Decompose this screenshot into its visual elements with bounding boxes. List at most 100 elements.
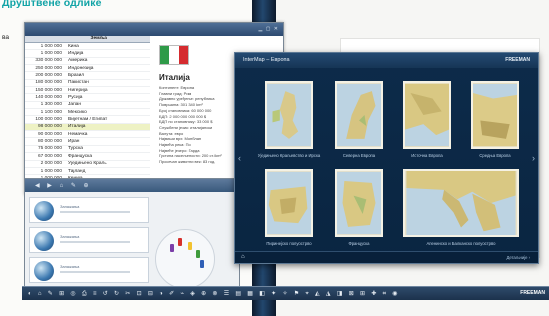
home-icon[interactable]: ⌂ [241, 254, 245, 260]
table-row[interactable]: 150 000 000 Нигерија [25, 87, 150, 95]
map-tile-east[interactable] [403, 81, 451, 149]
table-row[interactable]: 1 100 000 Мексико [25, 109, 150, 117]
country-cell: Јапан [68, 102, 81, 108]
taskbar-icons[interactable]: ◐ ⌂ ✎ ⊞ ◎ ⎙ ≡ ↺ ↻ ✂ ⊡ ⊟ ◑ ✐ ⌁ ◈ ⊕ ⊗ ☰ ▤ … [28, 290, 400, 298]
country-cell: Нигерија [68, 87, 88, 93]
list-header[interactable]: Земља [25, 36, 150, 43]
map-thumbnail [405, 83, 449, 147]
book-text-fragment: ва [2, 34, 10, 41]
map-thumbnail [267, 171, 311, 235]
flag-stripe [178, 46, 188, 64]
map-tile-caption: Северна Европа [342, 153, 376, 158]
page: Друштвене одлике ваобИсуСрекасеПсасбаунп… [0, 0, 549, 316]
map-app-footer: ⌂ Детаљније › [235, 251, 538, 263]
table-row[interactable]: 100 000 000 Вијетнам / Египат [25, 116, 150, 124]
note-card[interactable]: Запажања [29, 257, 149, 283]
population-cell: 98 000 000 [37, 124, 62, 130]
globe-icon [34, 261, 54, 281]
population-cell: 1 000 000 [40, 168, 62, 174]
map-thumbnail [337, 171, 381, 235]
note-line [60, 241, 130, 243]
country-name: Италија [159, 73, 190, 82]
note-line [60, 271, 130, 273]
country-list: Земља 1 000 000 Кина 1 000 000 Индија 330 00… [25, 36, 150, 186]
map-app-title: InterMap – Европа [243, 57, 290, 63]
purple-pen-icon[interactable] [170, 244, 174, 252]
notes-toolbar: ◀ ▶ ⌂ ✎ ⊕ [25, 179, 239, 192]
table-row[interactable]: 2 000 000 Уједињено Краљ. [25, 161, 150, 168]
table-row[interactable]: 67 000 000 Француска [25, 153, 150, 161]
blue-pen-icon[interactable] [200, 260, 204, 268]
color-palette[interactable] [155, 229, 215, 289]
more-link[interactable]: Детаљније › [507, 255, 531, 260]
population-cell: 1 300 000 [40, 102, 62, 108]
map-tile-central[interactable] [471, 81, 519, 149]
note-card[interactable]: Запажања [29, 197, 149, 223]
country-cell: Америка [68, 58, 88, 64]
country-cell: Француска [68, 153, 92, 159]
country-cell: Италија [68, 124, 86, 130]
table-row[interactable]: 80 000 000 Иран [25, 138, 150, 146]
country-cell: Пакистан [68, 80, 89, 86]
table-row[interactable]: 98 000 000 Италија [25, 123, 150, 132]
table-row[interactable]: 200 000 000 Бразил [25, 72, 150, 80]
note-title: Запажања [60, 234, 80, 239]
map-tile-caption: Апенинско и Балканско полуострво [426, 241, 496, 246]
table-row[interactable]: 250 000 000 Индонезија [25, 65, 150, 73]
red-pen-icon[interactable] [178, 238, 182, 246]
flag-stripe [169, 46, 179, 64]
table-row[interactable]: 1 300 000 Јапан [25, 102, 150, 110]
section-heading: Друштвене одлике [2, 0, 102, 9]
population-cell: 330 000 000 [35, 58, 62, 64]
map-tile-uk[interactable] [265, 81, 313, 149]
population-cell: 150 000 000 [35, 87, 62, 93]
map-app-brand: FREEMAN [505, 57, 530, 63]
country-cell: Русија [68, 95, 83, 101]
map-tile-italy-balkans[interactable] [403, 169, 519, 237]
population-cell: 2 000 000 [40, 161, 62, 167]
map-tile-caption: Пиринејско полуострво [266, 241, 312, 246]
next-arrow-icon[interactable]: › [532, 153, 535, 163]
prev-arrow-icon[interactable]: ‹ [238, 153, 241, 163]
window-controls[interactable]: ▁ ▢ ✕ [258, 26, 279, 32]
column-header[interactable] [25, 36, 88, 42]
table-row[interactable]: 330 000 000 Америка [25, 58, 150, 66]
country-cell: Тајланд [68, 168, 86, 174]
flag-italy [159, 45, 189, 65]
list-rows: 1 000 000 Кина 1 000 000 Индија 330 000 000 А… [25, 43, 150, 186]
population-cell: 1 100 000 [40, 109, 62, 115]
map-tile-iberia[interactable] [265, 169, 313, 237]
yellow-pen-icon[interactable] [188, 242, 192, 250]
map-tile-caption: Француска [348, 241, 370, 246]
globe-icon [34, 201, 54, 221]
table-row[interactable]: 1 000 000 Индија [25, 50, 150, 58]
map-tile-caption: Уједињено Краљевство и Ирска [257, 153, 321, 158]
table-row[interactable]: 90 000 000 Немачка [25, 131, 150, 139]
population-cell: 180 000 000 [35, 80, 62, 86]
population-cell: 90 000 000 [37, 131, 62, 137]
note-title: Запажања [60, 204, 80, 209]
table-row[interactable]: 1 000 000 Кина [25, 43, 150, 51]
window-titlebar: ▁ ▢ ✕ [25, 23, 283, 36]
population-cell: 100 000 000 [35, 117, 62, 123]
table-row[interactable]: 75 000 000 Турска [25, 146, 150, 154]
country-cell: Кина [68, 43, 79, 49]
country-cell: Вијетнам / Египат [68, 117, 108, 123]
map-app-window: InterMap – Европа FREEMAN ‹ › Уједињено … [234, 52, 539, 264]
map-thumbnail [406, 171, 516, 235]
table-row[interactable]: 140 000 000 Русија [25, 94, 150, 102]
table-row[interactable]: 180 000 000 Пакистан [25, 80, 150, 88]
note-line [60, 211, 130, 213]
globe-icon [34, 231, 54, 251]
table-row[interactable]: 1 000 000 Тајланд [25, 168, 150, 176]
green-pen-icon[interactable] [196, 250, 200, 258]
country-cell: Уједињено Краљ. [68, 161, 108, 167]
toolbar-icons[interactable]: ◀ ▶ ⌂ ✎ ⊕ [35, 182, 92, 189]
note-title: Запажања [60, 264, 80, 269]
note-card[interactable]: Запажања [29, 227, 149, 253]
column-header[interactable]: Земља [88, 36, 151, 42]
map-tile-caption: Средња Европа [479, 153, 511, 158]
map-tile-france[interactable] [335, 169, 383, 237]
population-cell: 80 000 000 [37, 139, 62, 145]
map-tile-north[interactable] [335, 81, 383, 149]
